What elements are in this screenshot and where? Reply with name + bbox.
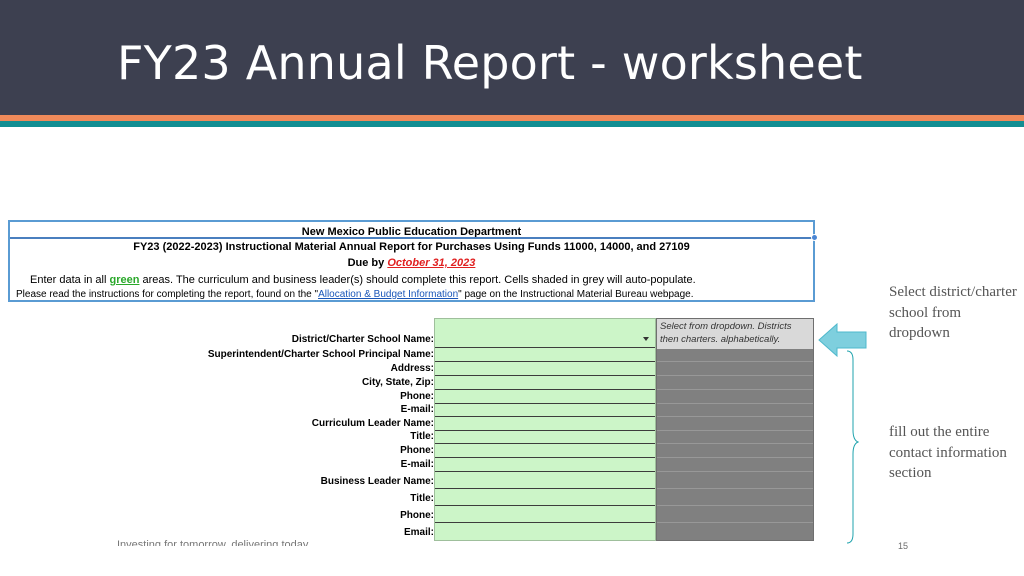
- cell-border: [435, 471, 655, 472]
- cell-border: [657, 416, 813, 417]
- cell-border: [435, 389, 655, 390]
- cell-border: [657, 443, 813, 444]
- callout-contact-section: fill out the entire contact information …: [889, 424, 1007, 481]
- label-curriculum-email: E-mail:: [400, 459, 434, 470]
- label-business-phone: Phone:: [400, 510, 434, 521]
- cell-border: [657, 430, 813, 431]
- entry-cells[interactable]: [434, 318, 656, 541]
- label-curriculum-title: Title:: [410, 431, 434, 442]
- due-date: October 31, 2023: [387, 257, 476, 269]
- label-city-state-zip: City, State, Zip:: [361, 377, 434, 388]
- instructions-green: green: [109, 274, 140, 286]
- cell-border: [657, 471, 813, 472]
- cell-border: [435, 361, 655, 362]
- cell-border: [435, 443, 655, 444]
- cell-border: [657, 522, 813, 523]
- cell-border: [657, 505, 813, 506]
- due-line: Due by October 31, 2023: [10, 256, 813, 270]
- cell-border: [435, 488, 655, 489]
- selection-border: [10, 237, 813, 239]
- right-brace-icon: [846, 350, 859, 544]
- label-email: E-mail:: [400, 404, 434, 415]
- cell-border: [435, 416, 655, 417]
- instructions-line: Enter data in all green areas. The curri…: [30, 273, 696, 287]
- instructions-post: areas. The curriculum and business leade…: [139, 274, 696, 286]
- due-prefix: Due by: [347, 257, 388, 269]
- label-business-email: Email:: [403, 527, 434, 538]
- dropdown-note: Select from dropdown. Districts then cha…: [657, 319, 813, 349]
- footer-tagline: Investing for tomorrow, delivering today…: [117, 540, 311, 546]
- cell-border: [435, 430, 655, 431]
- report-title: FY23 (2022-2023) Instructional Material …: [133, 241, 690, 253]
- worksheet-header[interactable]: New Mexico Public Education Department F…: [8, 220, 818, 302]
- title-bar: FY23 Annual Report - worksheet: [0, 0, 1024, 115]
- slide-title: FY23 Annual Report - worksheet: [117, 36, 863, 90]
- cell-border: [435, 457, 655, 458]
- label-district-name: District/Charter School Name:: [291, 334, 434, 345]
- instructions-pre: Enter data in all: [30, 274, 110, 286]
- cell-border: [657, 389, 813, 390]
- cell-border: [435, 403, 655, 404]
- label-curriculum-leader-name: Curriculum Leader Name:: [311, 418, 434, 429]
- cell-border: [657, 361, 813, 362]
- accent-stripe-teal: [0, 121, 1024, 127]
- cell-border: [657, 488, 813, 489]
- cell-border: [657, 457, 813, 458]
- page-number: 15: [898, 541, 909, 551]
- label-phone: Phone:: [400, 391, 434, 402]
- dropdown-arrow-icon[interactable]: [643, 337, 649, 341]
- read-pre: Please read the instructions for complet…: [16, 289, 319, 300]
- label-business-leader-name: Business Leader Name:: [320, 476, 434, 487]
- cell-border: [435, 347, 655, 348]
- cell-border: [435, 522, 655, 523]
- auto-populate-cells: Select from dropdown. Districts then cha…: [656, 318, 814, 541]
- left-arrow-icon: [818, 323, 867, 357]
- label-curriculum-phone: Phone:: [400, 445, 434, 456]
- callout-select-dropdown: Select district/charter school from drop…: [889, 284, 1017, 341]
- cell-border: [657, 403, 813, 404]
- read-instructions-line: Please read the instructions for complet…: [16, 288, 694, 302]
- cell-border: [435, 505, 655, 506]
- label-business-title: Title:: [410, 493, 434, 504]
- label-superintendent-name: Superintendent/Charter School Principal …: [207, 349, 434, 360]
- read-post: " page on the Instructional Material Bur…: [458, 289, 694, 300]
- cell-border: [435, 375, 655, 376]
- allocation-budget-link[interactable]: Allocation & Budget Information: [318, 289, 458, 300]
- cell-border: [657, 375, 813, 376]
- label-address: Address:: [390, 363, 434, 374]
